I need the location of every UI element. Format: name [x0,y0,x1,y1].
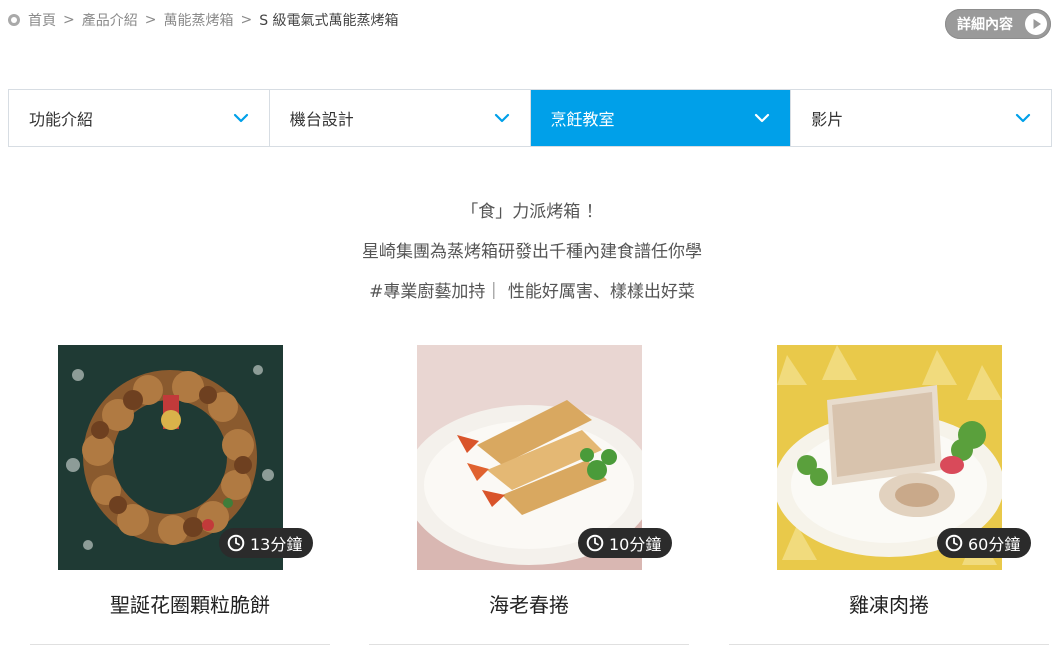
recipe-title[interactable]: 聖誕花圈顆粒脆餅 [30,589,350,618]
clock-icon [945,534,963,552]
duration-label: 60分鐘 [968,535,1021,554]
clock-icon [586,534,604,552]
tab-cooking-class[interactable]: 烹飪教室 [530,90,792,146]
duration-badge: 60分鐘 [937,528,1032,558]
tab-videos[interactable]: 影片 [791,90,1051,146]
breadcrumb-current: S 級電氣式萬能蒸烤箱 [259,13,399,29]
duration-badge: 10分鐘 [578,528,673,558]
recipe-title[interactable]: 海老春捲 [369,589,689,618]
tab-label: 烹飪教室 [550,110,615,129]
card-divider [369,644,689,645]
breadcrumb-separator: > [144,12,157,28]
tab-label: 影片 [811,110,844,129]
recipe-title[interactable]: 雞凍肉捲 [729,589,1049,618]
breadcrumb-home[interactable]: 首頁 [28,10,56,30]
breadcrumb-separator: > [240,12,253,28]
breadcrumb-products[interactable]: 產品介紹 [82,10,138,30]
tab-label: 功能介紹 [29,110,94,129]
chevron-down-icon [233,113,249,123]
chevron-down-icon [1015,113,1031,123]
breadcrumb-separator: > [63,12,75,28]
card-divider [729,644,1049,645]
duration-label: 13分鐘 [250,535,303,554]
chevron-down-icon [754,113,770,123]
tab-machine-design[interactable]: 機台設計 [269,90,531,146]
section-tabs: 功能介紹 機台設計 烹飪教室 影片 [8,89,1052,147]
clock-icon [227,534,245,552]
card-divider [30,644,330,645]
detail-button[interactable]: 詳細內容 [945,9,1051,39]
intro-line: 「食」力派烤箱 ！ [461,202,603,222]
breadcrumb-combi-ovens[interactable]: 萬能蒸烤箱 [163,10,233,30]
chevron-down-icon [494,113,510,123]
intro-line: 星崎集團為蒸烤箱研發出千種內建食譜任你學 [362,242,702,262]
play-icon [1025,13,1047,35]
duration-badge: 13分鐘 [219,528,314,558]
home-icon[interactable] [8,14,20,26]
detail-button-label: 詳細內容 [957,17,1013,33]
intro-text: 「食」力派烤箱 ！ 星崎集團為蒸烤箱研發出千種內建食譜任你學 #專業廚藝加持｜ … [0,192,1064,312]
intro-line: #專業廚藝加持｜ 性能好厲害、樣樣出好菜 [369,282,695,302]
breadcrumb: 首頁 > 產品介紹 > 萬能蒸烤箱 > S 級電氣式萬能蒸烤箱 [8,8,399,32]
duration-label: 10分鐘 [609,535,662,554]
page: 首頁 > 產品介紹 > 萬能蒸烤箱 > S 級電氣式萬能蒸烤箱 詳細內容 功能介… [0,0,1064,658]
tab-label: 機台設計 [289,110,354,129]
tab-features[interactable]: 功能介紹 [9,90,270,146]
